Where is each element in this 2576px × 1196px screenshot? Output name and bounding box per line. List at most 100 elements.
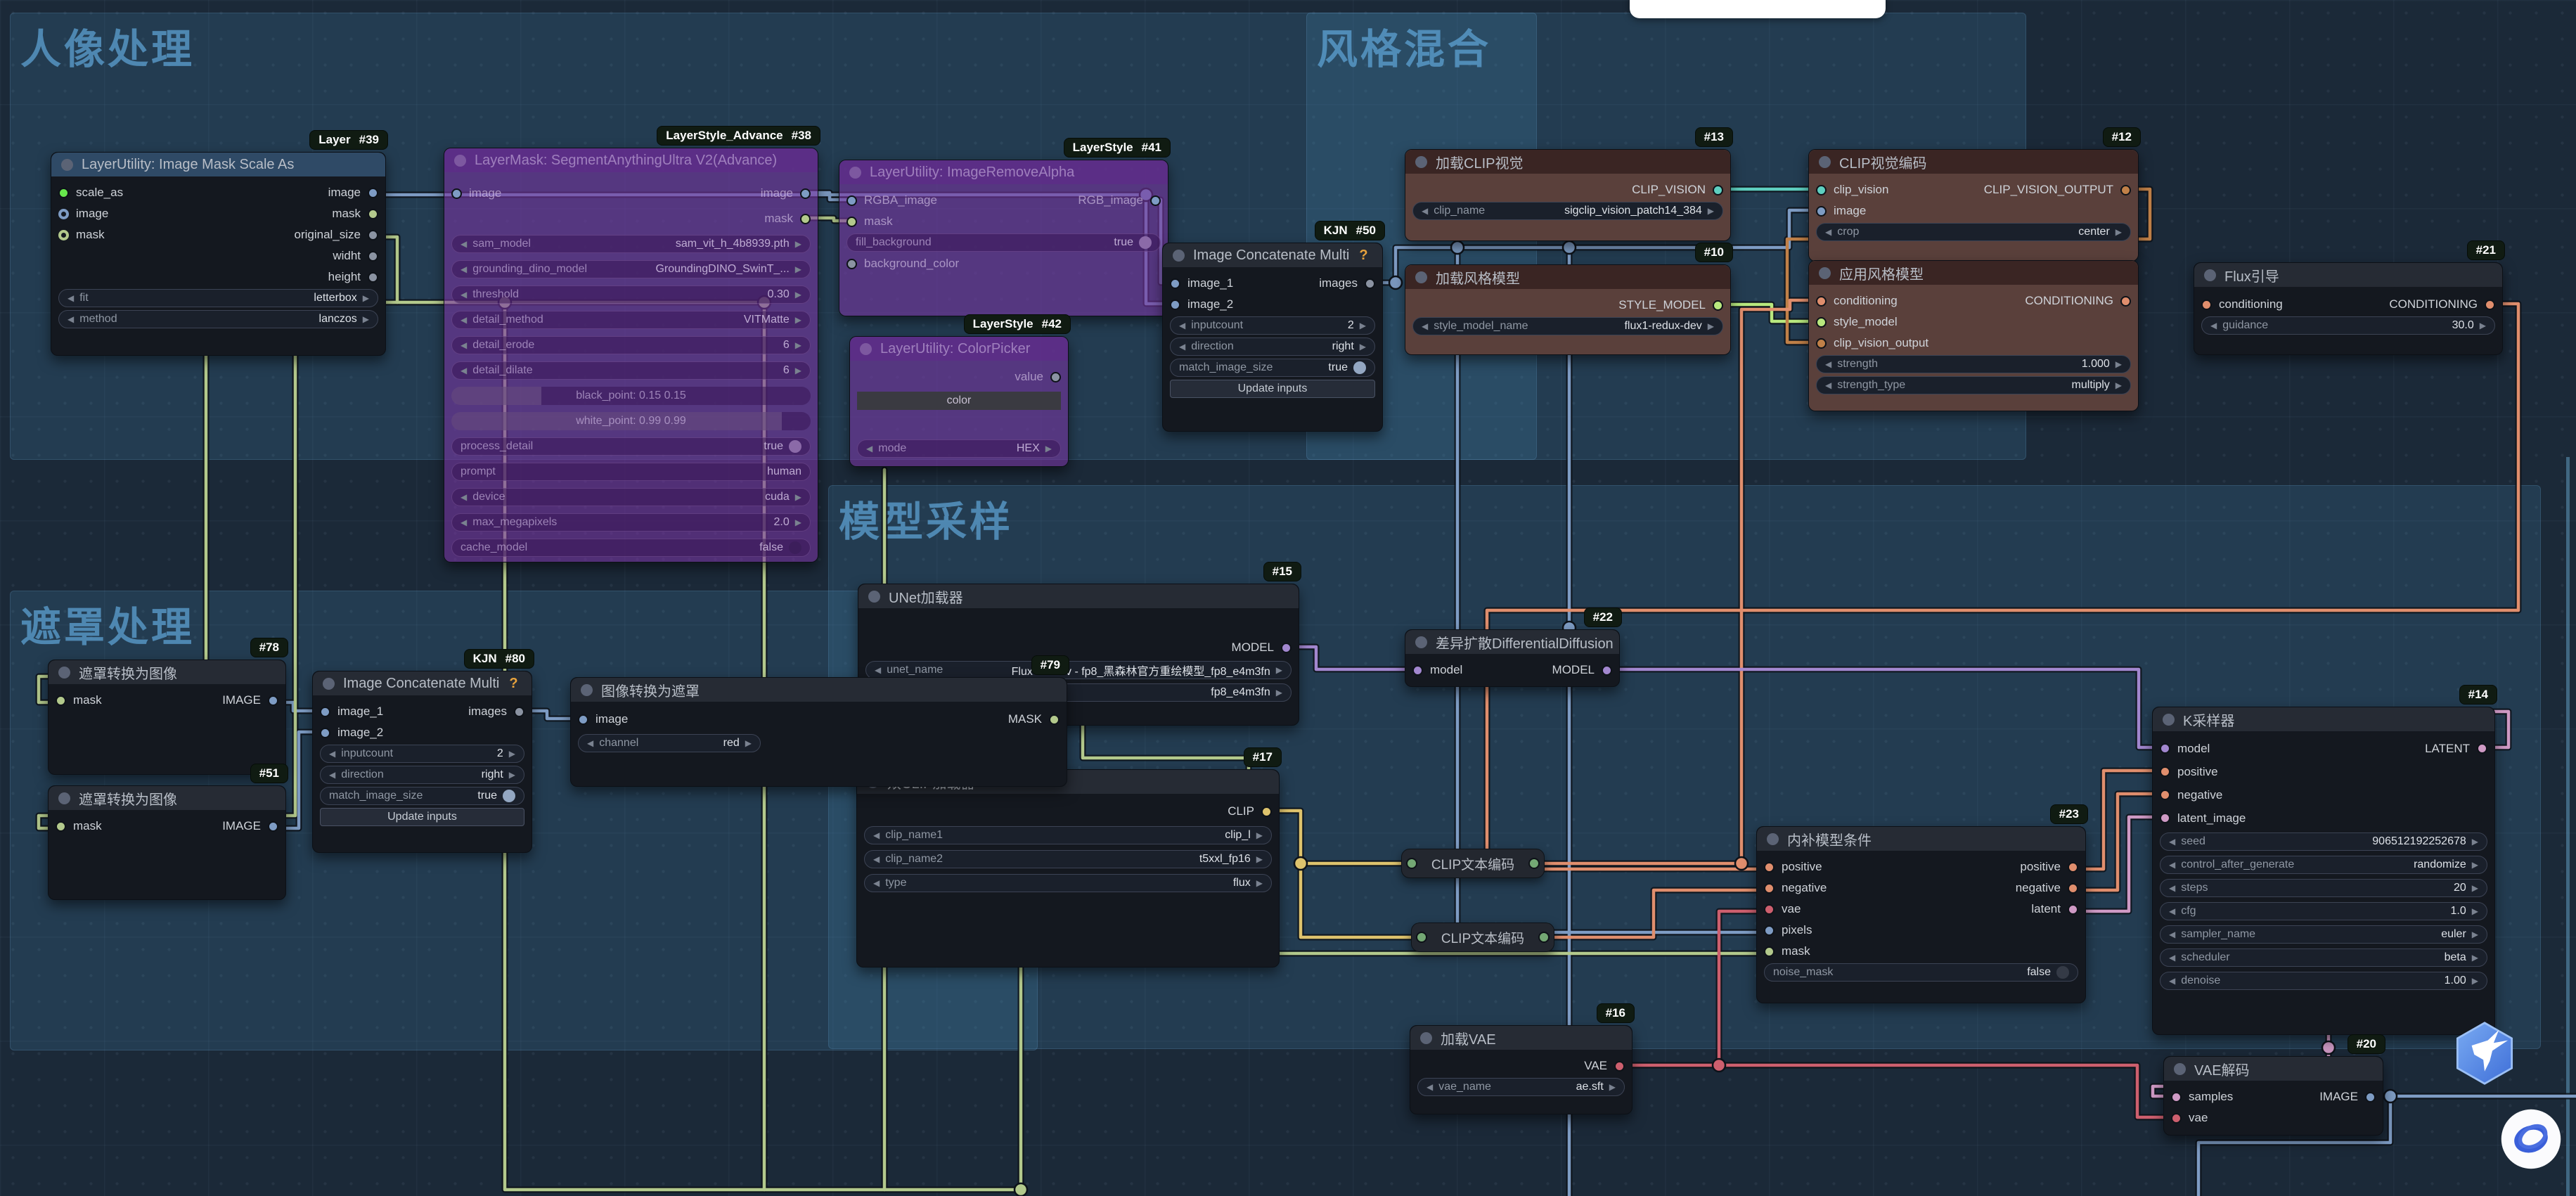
arrow-right-icon[interactable]: ▶ — [2472, 930, 2478, 939]
port-RGB_image[interactable]: RGB_image — [1078, 193, 1161, 207]
arrow-left-icon[interactable]: ◀ — [1422, 321, 1428, 331]
arrow-right-icon[interactable]: ▶ — [795, 366, 801, 375]
slider-widget[interactable]: white_point: 0.99 0.99 — [451, 412, 811, 430]
node-apply-style-model[interactable]: 应用风格模型conditioningCONDITIONINGstyle_mode… — [1808, 260, 2139, 411]
port-MODEL[interactable]: MODEL — [1232, 641, 1292, 655]
arrow-left-icon[interactable]: ◀ — [2169, 976, 2175, 986]
arrow-right-icon[interactable]: ▶ — [2115, 359, 2122, 369]
port-mask[interactable]: mask — [1764, 944, 1810, 958]
port-original_size[interactable]: original_size — [295, 228, 379, 242]
port-clip_vision[interactable]: clip_vision — [1816, 183, 1888, 197]
input-dot-image[interactable] — [578, 714, 588, 725]
collapse-dot-icon[interactable] — [1819, 156, 1831, 168]
arrow-right-icon[interactable]: ▶ — [2472, 976, 2478, 986]
node-image-to-mask[interactable]: 图像转换为遮罩#79imageMASK◀channelred▶ — [570, 677, 1067, 787]
arrow-left-icon[interactable]: ◀ — [873, 830, 880, 840]
port-pixels[interactable]: pixels — [1764, 923, 1812, 937]
port-images[interactable]: images — [1319, 276, 1375, 290]
input-dot-positive[interactable] — [2160, 766, 2170, 777]
arrow-right-icon[interactable]: ▶ — [1256, 854, 1263, 864]
widget-seed[interactable]: ◀seed906512192252678▶ — [2160, 832, 2487, 851]
arrow-left-icon[interactable]: ◀ — [873, 878, 880, 888]
widget-sampler_name[interactable]: ◀sampler_nameeuler▶ — [2160, 925, 2487, 944]
input-dot-latent_image[interactable] — [2160, 813, 2170, 823]
collapsed-input-dot[interactable] — [1406, 858, 1417, 869]
widget-cache_model[interactable]: cache_modelfalse — [451, 539, 811, 557]
port-MASK[interactable]: MASK — [1008, 712, 1060, 726]
port-negative[interactable]: negative — [2160, 788, 2222, 802]
node-image-remove-alpha[interactable]: LayerUtility: ImageRemoveAlphaLayerStyle… — [839, 160, 1168, 316]
port-IMAGE[interactable]: IMAGE — [222, 819, 278, 833]
node-titlebar[interactable]: 加载CLIP视觉 — [1405, 150, 1730, 174]
node-load-vae[interactable]: 加载VAE#16VAE◀vae_nameae.sft▶ — [1410, 1025, 1632, 1114]
port-model[interactable]: model — [2160, 742, 2210, 756]
node-titlebar[interactable]: 遮罩转换为图像 — [49, 786, 285, 810]
port-model[interactable]: model — [1412, 663, 1462, 677]
node-titlebar[interactable]: Flux引导 — [2194, 263, 2502, 287]
input-dot-background_color[interactable] — [846, 259, 857, 269]
arrow-right-icon[interactable]: ▶ — [363, 293, 369, 303]
widget-guidance[interactable]: ◀guidance30.0▶ — [2201, 316, 2495, 335]
widget-clip_name1[interactable]: ◀clip_name1clip_l▶ — [864, 826, 1272, 844]
node-titlebar[interactable]: Image Concatenate Multi? — [313, 671, 532, 695]
arrow-left-icon[interactable]: ◀ — [873, 854, 880, 864]
arrow-left-icon[interactable]: ◀ — [461, 492, 467, 502]
widget-grounding_dino_model[interactable]: ◀grounding_dino_modelGroundingDINO_SwinT… — [451, 260, 811, 278]
arrow-right-icon[interactable]: ▶ — [2472, 860, 2478, 870]
port-IMAGE[interactable]: IMAGE — [222, 693, 278, 707]
node-image-mask-scale-as[interactable]: LayerUtility: Image Mask Scale AsLayer#3… — [51, 152, 386, 356]
port-latent[interactable]: latent — [2031, 902, 2078, 916]
collapse-dot-icon[interactable] — [1415, 271, 1427, 283]
node-titlebar[interactable]: LayerUtility: ImageRemoveAlpha — [839, 160, 1168, 184]
input-dot-mask[interactable] — [56, 821, 66, 832]
node-clip-text-encode-1[interactable]: CLIP文本编码 — [1401, 849, 1545, 878]
collapse-dot-icon[interactable] — [1767, 833, 1779, 845]
collapse-dot-icon[interactable] — [1420, 1032, 1432, 1044]
input-dot-pixels[interactable] — [1764, 925, 1775, 936]
arrow-right-icon[interactable]: ▶ — [795, 290, 801, 300]
input-dot-style_model[interactable] — [1816, 317, 1827, 328]
arrow-left-icon[interactable]: ◀ — [2169, 883, 2175, 893]
arrow-left-icon[interactable]: ◀ — [329, 770, 335, 780]
hummingbird-badge-icon[interactable] — [2452, 1021, 2517, 1089]
node-titlebar[interactable]: 图像转换为遮罩 — [571, 678, 1067, 702]
output-dot-VAE[interactable] — [1614, 1061, 1625, 1072]
port-samples[interactable]: samples — [2171, 1090, 2233, 1104]
arrow-right-icon[interactable]: ▶ — [2480, 321, 2486, 330]
port-negative[interactable]: negative — [2016, 881, 2078, 895]
widget-sam_model[interactable]: ◀sam_modelsam_vit_h_4b8939.pth▶ — [451, 235, 811, 253]
port-image_2[interactable]: image_2 — [320, 726, 383, 740]
node-image-concatenate-multi-50[interactable]: Image Concatenate Multi?KJN#50image_1ima… — [1162, 243, 1383, 432]
node-titlebar[interactable]: LayerUtility: ColorPicker — [850, 337, 1068, 361]
port-style_model[interactable]: style_model — [1816, 315, 1898, 329]
widget-denoise[interactable]: ◀denoise1.00▶ — [2160, 972, 2487, 990]
arrow-right-icon[interactable]: ▶ — [1708, 321, 1714, 331]
arrow-left-icon[interactable]: ◀ — [461, 315, 467, 325]
port-image_1[interactable]: image_1 — [320, 705, 383, 719]
input-dot-conditioning[interactable] — [2201, 300, 2212, 310]
input-dot-negative[interactable] — [2160, 790, 2170, 800]
port-image[interactable]: image — [58, 207, 108, 221]
node-flux-guidance[interactable]: Flux引导#21conditioningCONDITIONING◀guidan… — [2194, 262, 2503, 355]
node-color-picker[interactable]: LayerUtility: ColorPickerLayerStyle#42va… — [849, 336, 1069, 467]
port-image[interactable]: image — [451, 186, 501, 200]
widget-prompt[interactable]: prompthuman — [451, 463, 811, 481]
node-clip-text-encode-2[interactable]: CLIP文本编码 — [1411, 922, 1554, 952]
arrow-right-icon[interactable]: ▶ — [795, 239, 801, 249]
widget-clip_name2[interactable]: ◀clip_name2t5xxl_fp16▶ — [864, 850, 1272, 868]
port-image[interactable]: image — [761, 186, 811, 200]
collapse-dot-icon[interactable] — [2174, 1063, 2186, 1075]
port-positive[interactable]: positive — [1764, 860, 1822, 874]
node-dual-clip-loader[interactable]: 双CLIP加载器#17CLIP◀clip_name1clip_l▶◀clip_n… — [856, 769, 1280, 967]
port-images[interactable]: images — [468, 705, 524, 719]
output-dot-CLIP_VISION_OUTPUT[interactable] — [2120, 185, 2131, 195]
port-MODEL[interactable]: MODEL — [1552, 663, 1612, 677]
port-positive[interactable]: positive — [2160, 765, 2218, 779]
widget-noise_mask[interactable]: noise_maskfalse — [1764, 963, 2078, 982]
port-mask[interactable]: mask — [56, 693, 102, 707]
port-value[interactable]: value — [1015, 370, 1061, 384]
arrow-right-icon[interactable]: ▶ — [509, 770, 515, 780]
output-dot-CLIP[interactable] — [1261, 806, 1272, 817]
input-dot-model[interactable] — [1412, 665, 1423, 676]
toggle-dot[interactable] — [789, 440, 801, 453]
